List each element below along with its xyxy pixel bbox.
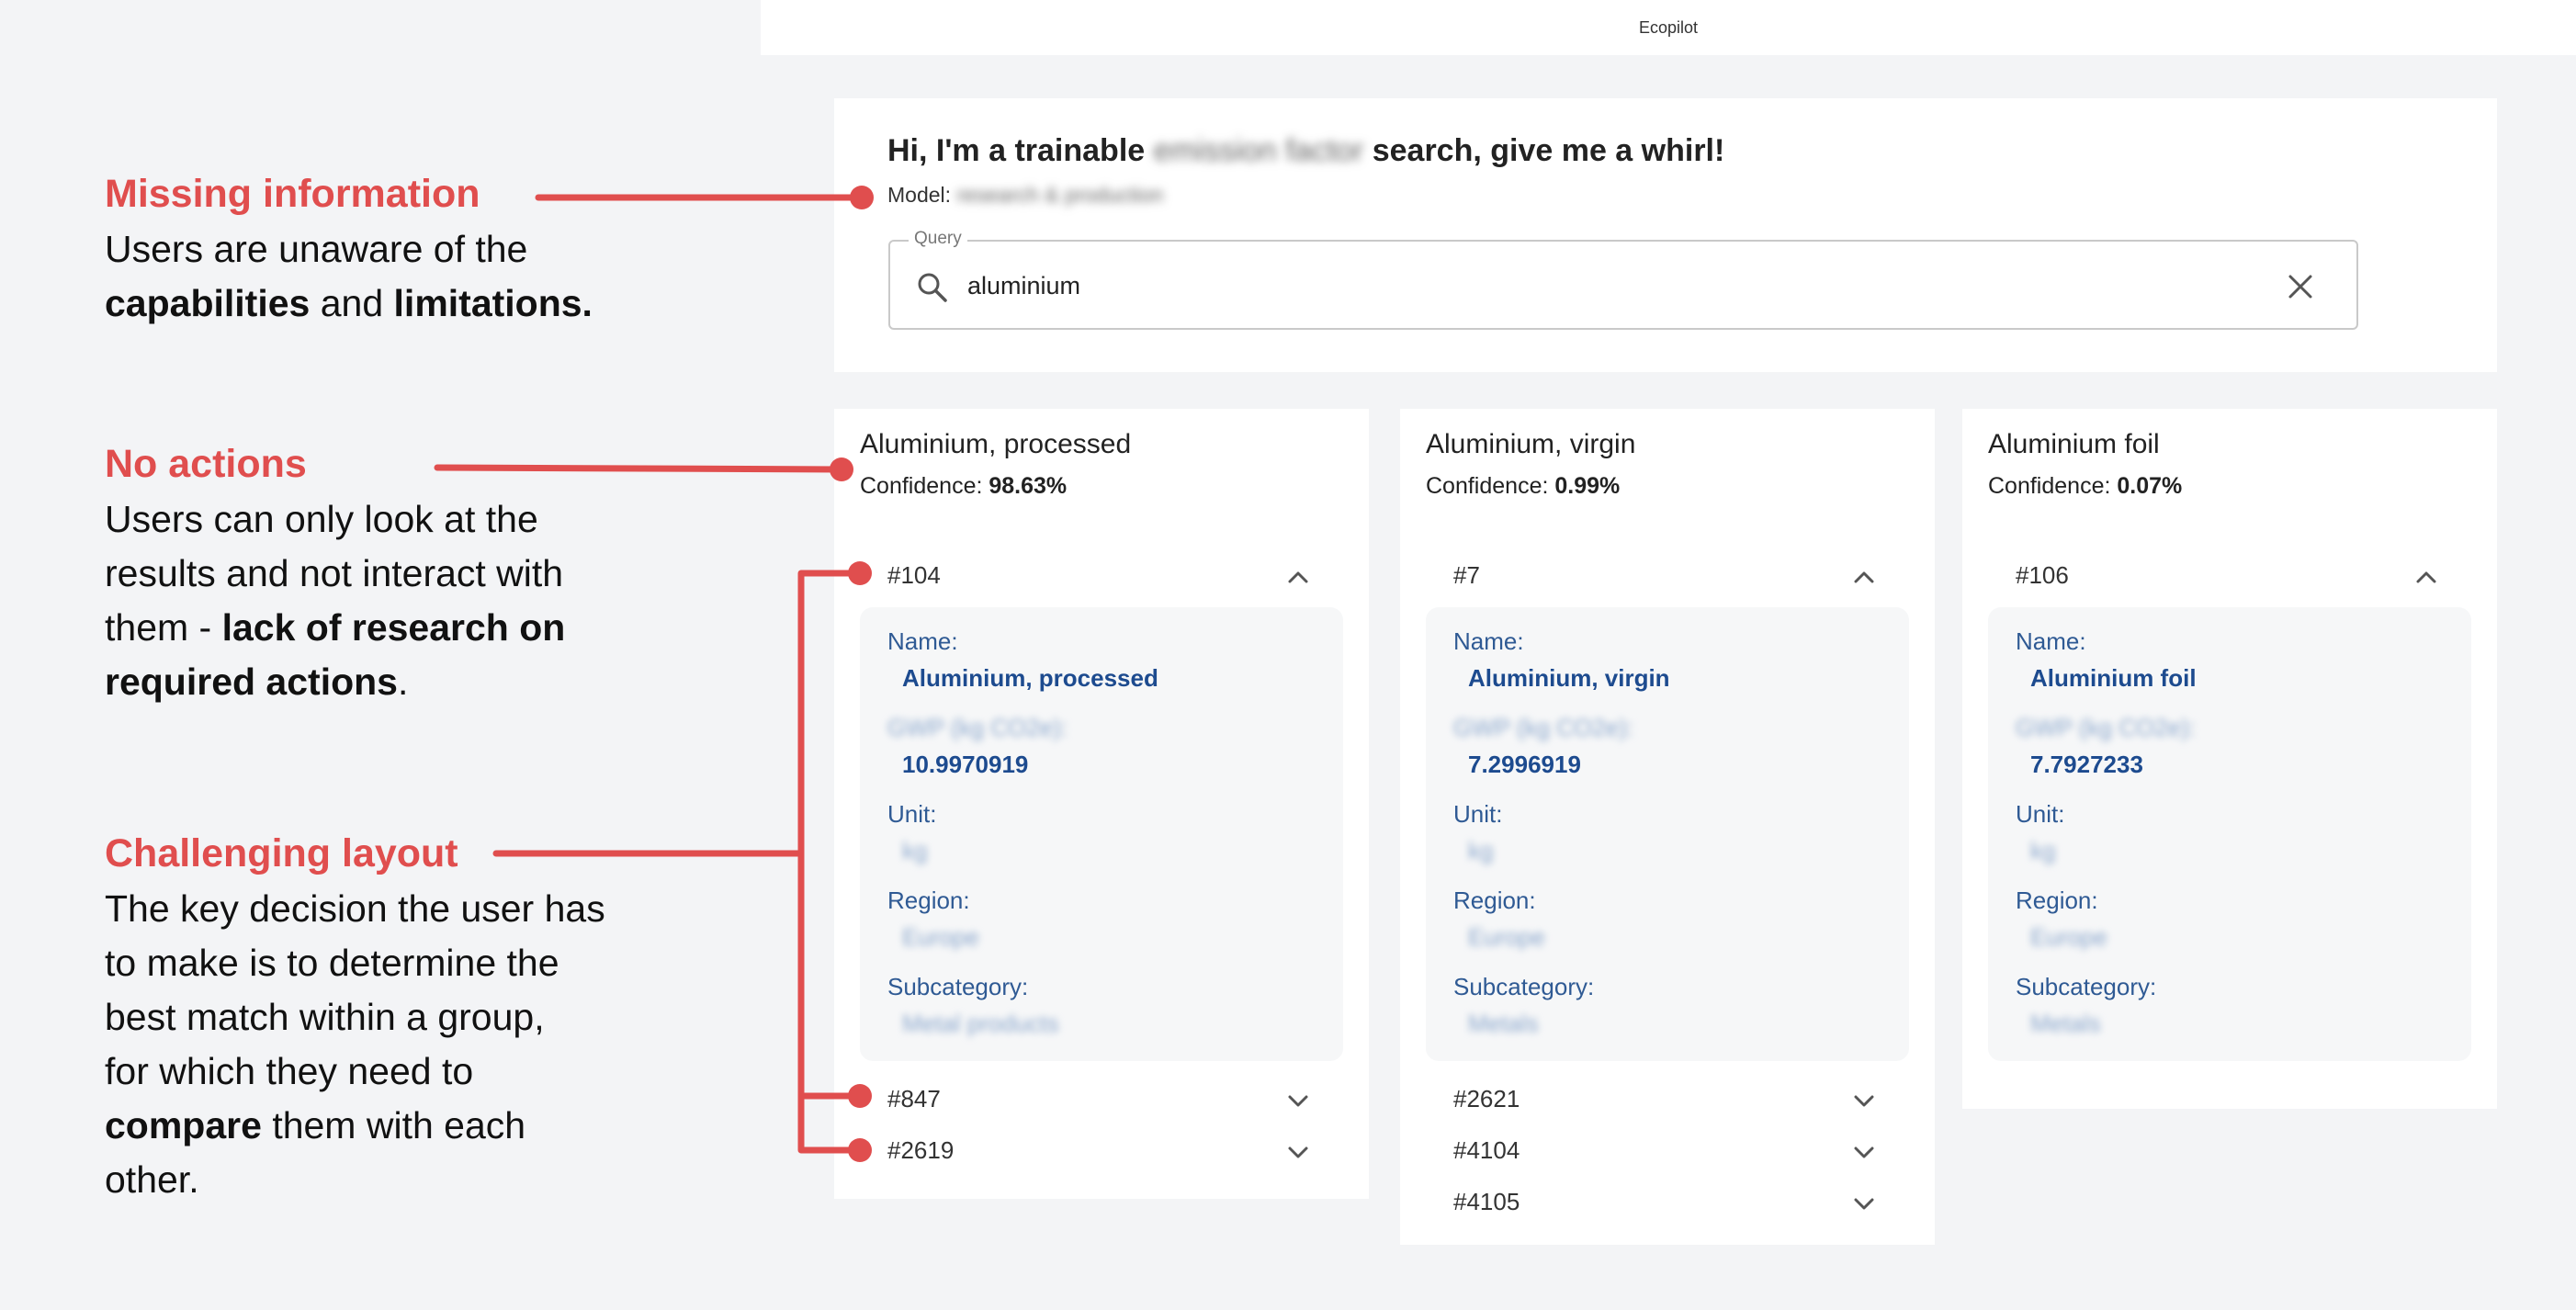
- result-card: Aluminium, processed Confidence: 98.63% …: [834, 409, 1369, 1199]
- annotation-text: Users are unaware of the: [105, 228, 528, 270]
- chevron-up-icon[interactable]: [1284, 563, 1312, 591]
- result-title: Aluminium foil: [1988, 429, 2160, 459]
- blurred-text: emission factor: [1153, 133, 1364, 168]
- unit-value: kg: [2030, 837, 2056, 864]
- region-value: Europe: [2030, 923, 2107, 951]
- greeting-heading: Hi, I'm a trainable emission factor sear…: [887, 133, 1725, 168]
- factor-value: 7.2996919: [1468, 751, 1581, 778]
- annotation-missing-body: Users are unaware of the capabilities an…: [105, 222, 593, 331]
- search-card: Hi, I'm a trainable emission factor sear…: [834, 98, 2497, 372]
- query-field[interactable]: Query: [888, 229, 2358, 330]
- top-bar: Ecopilot: [761, 0, 2576, 55]
- annotation-no-actions-title: No actions: [105, 442, 307, 486]
- subcategory-label: Subcategory:: [2016, 973, 2157, 1000]
- match-id: #104: [887, 561, 941, 589]
- query-input[interactable]: [967, 267, 2254, 304]
- unit-label: Unit:: [1453, 800, 1503, 828]
- match-id: #2619: [887, 1136, 955, 1164]
- chevron-down-icon[interactable]: [1850, 1190, 1878, 1217]
- name-label: Name:: [887, 627, 958, 655]
- annotation-text: required actions.: [105, 661, 409, 703]
- name-label: Name:: [2016, 627, 2086, 655]
- annotation-text: The key decision the user has: [105, 887, 605, 930]
- annotation-text: for which they need to: [105, 1050, 474, 1092]
- match-header-expanded[interactable]: #7: [1426, 548, 1909, 600]
- region-value: Europe: [1468, 923, 1545, 951]
- result-card: Aluminium, virgin Confidence: 0.99% #7 N…: [1400, 409, 1935, 1245]
- unit-label: Unit:: [2016, 800, 2065, 828]
- result-confidence: Confidence: 98.63%: [860, 473, 1068, 499]
- match-id: #4105: [1453, 1188, 1520, 1215]
- name-label: Name:: [1453, 627, 1524, 655]
- factor-label: GWP (kg CO2e):: [2016, 714, 2197, 741]
- region-value: Europe: [902, 923, 979, 951]
- factor-value: 7.7927233: [2030, 751, 2143, 778]
- match-header-expanded[interactable]: #106: [1988, 548, 2471, 600]
- chevron-down-icon[interactable]: [1850, 1087, 1878, 1114]
- result-confidence: Confidence: 0.07%: [1988, 473, 2183, 499]
- annotation-missing-title: Missing information: [105, 172, 480, 216]
- match-header-expanded[interactable]: #104: [860, 548, 1343, 600]
- annotation-layout-body: The key decision the user has to make is…: [105, 882, 605, 1207]
- annotation-text: to make is to determine the: [105, 942, 559, 984]
- app-title: Ecopilot: [1638, 18, 1699, 37]
- match-header-collapsed[interactable]: #847: [860, 1072, 1343, 1124]
- subcategory-value: Metal products: [902, 1010, 1059, 1037]
- model-line: Model: research & production: [887, 183, 1164, 207]
- annotation-text: best match within a group,: [105, 996, 545, 1038]
- match-id: #7: [1453, 561, 1480, 589]
- match-header-collapsed[interactable]: #2621: [1426, 1072, 1909, 1124]
- chevron-down-icon[interactable]: [1850, 1138, 1878, 1166]
- close-icon[interactable]: [2285, 271, 2316, 302]
- factor-label: GWP (kg CO2e):: [887, 714, 1068, 741]
- factor-value: 10.9970919: [902, 751, 1029, 778]
- match-header-collapsed[interactable]: #4105: [1426, 1175, 1909, 1226]
- match-id: #847: [887, 1085, 941, 1112]
- match-details: Name: Aluminium, processed GWP (kg CO2e)…: [860, 607, 1343, 1061]
- result-confidence: Confidence: 0.99%: [1426, 473, 1621, 499]
- name-value: Aluminium, processed: [902, 664, 1158, 692]
- name-value: Aluminium, virgin: [1468, 664, 1670, 692]
- region-label: Region:: [1453, 887, 1536, 914]
- region-label: Region:: [887, 887, 970, 914]
- subcategory-value: Metals: [1468, 1010, 1539, 1037]
- match-details: Name: Aluminium, virgin GWP (kg CO2e): 7…: [1426, 607, 1909, 1061]
- chevron-down-icon[interactable]: [1284, 1138, 1312, 1166]
- result-card: Aluminium foil Confidence: 0.07% #106 Na…: [1962, 409, 2497, 1109]
- annotation-text: compare them with each: [105, 1104, 526, 1146]
- chevron-up-icon[interactable]: [1850, 563, 1878, 591]
- match-id: #2621: [1453, 1085, 1520, 1112]
- query-label: Query: [909, 229, 967, 249]
- app-window: Ecopilot Hi, I'm a trainable emission fa…: [761, 0, 2576, 1310]
- annotation-text: other.: [105, 1158, 199, 1201]
- chevron-down-icon[interactable]: [1284, 1087, 1312, 1114]
- annotation-text: them - lack of research on: [105, 606, 566, 649]
- name-value: Aluminium foil: [2030, 664, 2197, 692]
- match-id: #106: [2016, 561, 2069, 589]
- subcategory-label: Subcategory:: [1453, 973, 1595, 1000]
- annotation-no-actions-body: Users can only look at the results and n…: [105, 492, 565, 709]
- search-icon: [918, 273, 947, 302]
- factor-label: GWP (kg CO2e):: [1453, 714, 1634, 741]
- subcategory-value: Metals: [2030, 1010, 2101, 1037]
- region-label: Region:: [2016, 887, 2098, 914]
- annotation-text: capabilities and limitations.: [105, 282, 593, 324]
- result-title: Aluminium, virgin: [1426, 429, 1636, 459]
- unit-value: kg: [902, 837, 928, 864]
- unit-label: Unit:: [887, 800, 937, 828]
- match-header-collapsed[interactable]: #2619: [860, 1124, 1343, 1175]
- annotation-text: Users can only look at the: [105, 498, 538, 540]
- model-value: research & production: [956, 183, 1164, 207]
- annotation-panel: Missing information Users are unaware of…: [0, 0, 761, 1310]
- match-id: #4104: [1453, 1136, 1520, 1164]
- subcategory-label: Subcategory:: [887, 973, 1029, 1000]
- annotation-layout-title: Challenging layout: [105, 831, 458, 875]
- unit-value: kg: [1468, 837, 1494, 864]
- annotation-text: results and not interact with: [105, 552, 564, 594]
- match-details: Name: Aluminium foil GWP (kg CO2e): 7.79…: [1988, 607, 2471, 1061]
- chevron-up-icon[interactable]: [2412, 563, 2440, 591]
- result-title: Aluminium, processed: [860, 429, 1132, 459]
- match-header-collapsed[interactable]: #4104: [1426, 1124, 1909, 1175]
